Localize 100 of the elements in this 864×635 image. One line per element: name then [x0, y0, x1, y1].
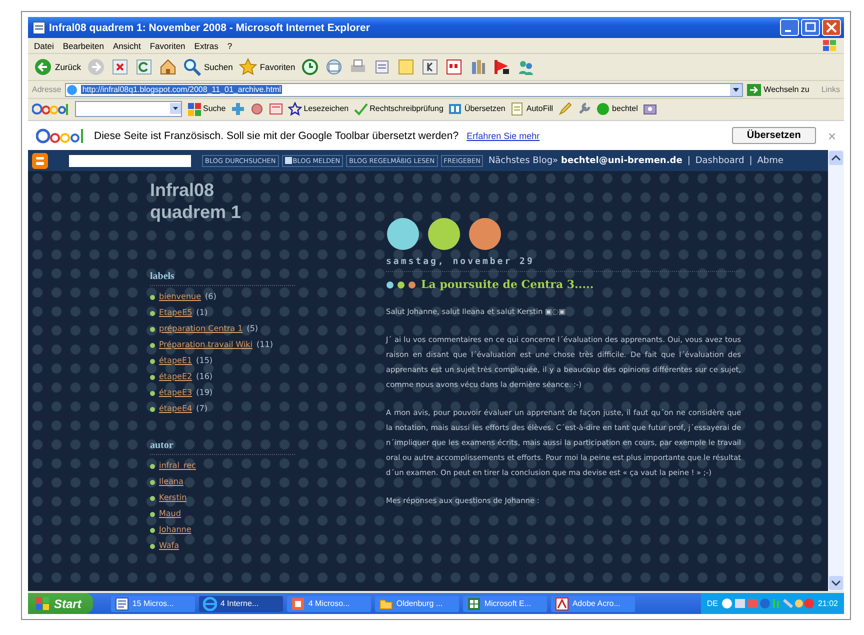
- menu-item[interactable]: Extras: [194, 40, 218, 50]
- people-icon[interactable]: [517, 58, 536, 76]
- google-logo: [36, 126, 86, 144]
- next-blog-link[interactable]: Nächstes Blog»: [488, 156, 558, 166]
- translate-button[interactable]: Übersetzen: [732, 127, 816, 144]
- dashboard-link[interactable]: Dashboard: [695, 156, 744, 166]
- popup-blocker-icon[interactable]: [268, 102, 283, 116]
- windows-logo-icon: [822, 38, 838, 52]
- menu-item[interactable]: Favoriten: [150, 40, 186, 50]
- window-icon: [33, 22, 45, 34]
- bullet-icon: [150, 358, 155, 364]
- star-outline-icon: [288, 102, 302, 116]
- sidebar-link[interactable]: étapeE4: [159, 403, 192, 415]
- toolbar-button[interactable]: Lesezeichen: [288, 102, 349, 116]
- section-heading: labels: [150, 271, 295, 286]
- scrollbar[interactable]: [828, 150, 844, 591]
- go-button[interactable]: Wechseln zu: [746, 84, 810, 96]
- taskbar-button[interactable]: 4 Microso...: [287, 596, 372, 612]
- sidebar-link[interactable]: Ileana: [159, 476, 184, 488]
- plus-icon[interactable]: [230, 102, 245, 116]
- bullet-icon: [150, 496, 155, 500]
- post-count: (16): [196, 371, 213, 383]
- three-dots-icon: [386, 280, 416, 288]
- document-icon[interactable]: [373, 58, 392, 76]
- bullet-icon: [150, 310, 155, 316]
- taskbar-button[interactable]: 15 Micros...: [111, 596, 196, 612]
- sidebar-link[interactable]: préparation Centra 1: [159, 323, 243, 335]
- address-label: Adresse: [32, 85, 62, 94]
- learn-more-link[interactable]: Erfahren Sie mehr: [466, 130, 540, 140]
- windows-logo-icon: [36, 597, 50, 610]
- toolbar-button[interactable]: bechtel: [596, 102, 638, 116]
- books-icon[interactable]: [469, 58, 488, 76]
- sidebar-link[interactable]: Kerstin: [159, 492, 187, 504]
- address-field[interactable]: http://infral08q1.blogspot.com/2008_11_01_archive.html: [65, 82, 743, 96]
- menu-item[interactable]: Datei: [34, 40, 54, 50]
- logout-link[interactable]: Abme: [757, 156, 784, 166]
- sidebar-link[interactable]: Wafa: [159, 540, 180, 552]
- scroll-up-icon[interactable]: [829, 151, 843, 165]
- toolbar-button[interactable]: Zurück: [34, 58, 81, 76]
- sidebar-link[interactable]: infral_rec: [159, 460, 196, 472]
- close-button[interactable]: [822, 19, 841, 36]
- pencil-icon[interactable]: [558, 102, 572, 116]
- account-status-icon: [596, 102, 610, 116]
- post-count: (6): [205, 291, 216, 303]
- clock-icon[interactable]: [301, 58, 320, 76]
- toolbar-button[interactable]: Übersetzen: [448, 102, 506, 116]
- blogger-logo: [32, 152, 48, 168]
- sidebar-link[interactable]: bienvenue: [159, 291, 202, 303]
- scroll-down-icon[interactable]: [829, 576, 843, 590]
- bullet-icon: [150, 342, 155, 348]
- toolbar-button[interactable]: Suche: [187, 102, 226, 116]
- house-icon[interactable]: [158, 58, 177, 76]
- quote-icon[interactable]: [445, 58, 464, 76]
- page-icon: [66, 84, 78, 96]
- app-icon: [291, 596, 306, 610]
- menu-item[interactable]: ?: [227, 40, 232, 50]
- app-icon: [467, 596, 482, 610]
- post-count: (19): [196, 387, 213, 399]
- google-search-field[interactable]: [75, 100, 182, 116]
- app-icon: [203, 596, 218, 610]
- sidebar-link[interactable]: étapeE3: [159, 387, 192, 399]
- k-square-icon[interactable]: [421, 58, 440, 76]
- post-date: samstag, november 29: [386, 257, 741, 272]
- app-icon: [379, 596, 394, 610]
- toolbar-button[interactable]: Rechtschreibprüfung: [354, 102, 444, 116]
- bullet-icon: [150, 326, 155, 332]
- menu-item[interactable]: Ansicht: [112, 40, 141, 50]
- refresh-icon[interactable]: [134, 58, 153, 76]
- toolbar-button[interactable]: AutoFill: [510, 102, 554, 116]
- menu-item[interactable]: Bearbeiten: [62, 40, 104, 50]
- sidebar-link[interactable]: Maud: [159, 508, 181, 520]
- dropdown-icon[interactable]: [730, 84, 742, 96]
- spellcheck-icon: [354, 102, 368, 116]
- maximize-button[interactable]: [801, 19, 820, 36]
- autofill-icon: [510, 102, 524, 116]
- sidebar-link[interactable]: Johanne: [159, 524, 192, 536]
- dropdown-icon[interactable]: [170, 103, 181, 114]
- toolbar-button[interactable]: Favoriten: [238, 58, 296, 76]
- blog-search-field[interactable]: [69, 154, 191, 166]
- toolbar-button[interactable]: Suchen: [182, 58, 233, 76]
- taskbar-button[interactable]: 4 Interne...: [199, 596, 284, 612]
- bullet-icon: [150, 294, 155, 300]
- taskbar-button[interactable]: Oldenburg ...: [375, 596, 460, 612]
- sidebar-link[interactable]: étapeE1: [159, 355, 192, 367]
- bullet-icon: [150, 374, 155, 380]
- taskbar-button[interactable]: Microsoft E...: [463, 596, 548, 612]
- post-count: (1): [196, 307, 208, 319]
- sidebar-link[interactable]: Préparation travail Wiki: [159, 339, 253, 351]
- bullet-icon: [150, 480, 155, 484]
- translate-icon: [448, 102, 462, 116]
- minimize-button[interactable]: [780, 19, 799, 36]
- sidebar-link[interactable]: EtapeE5: [159, 307, 192, 319]
- taskbar-button[interactable]: Adobe Acro...: [551, 596, 636, 612]
- post-title[interactable]: La poursuite de Centra 3.....: [421, 278, 594, 291]
- bullet-icon: [150, 390, 155, 396]
- window-title: Infral08 quadrem 1: November 2008 - Microsoft Internet Explorer: [49, 22, 371, 34]
- stop-icon[interactable]: [110, 58, 129, 76]
- wrench-icon[interactable]: [577, 102, 592, 116]
- app-icon: [115, 596, 130, 610]
- sidebar-link[interactable]: étapeE2: [159, 371, 192, 383]
